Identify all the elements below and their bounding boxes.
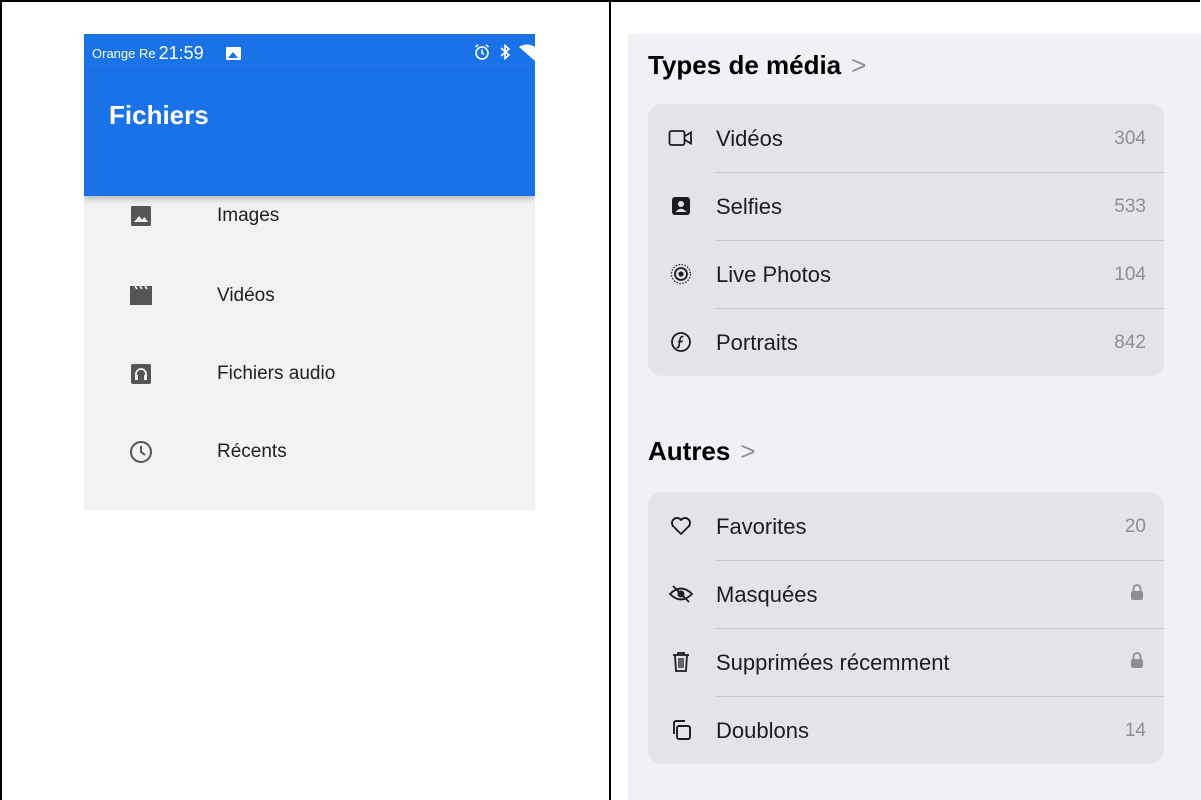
media-row-videos[interactable]: Vidéos 304 (648, 104, 1164, 172)
category-label: Fichiers audio (217, 363, 336, 384)
others-card: Favorites 20 Masquées Supprimées récemme… (648, 492, 1164, 764)
status-carrier: Orange Re (92, 45, 156, 61)
row-label: Portraits (716, 330, 798, 355)
trash-icon (668, 650, 694, 674)
row-separator (716, 240, 1164, 241)
bluetooth-icon (500, 43, 511, 61)
chevron-right-icon: > (740, 436, 756, 466)
row-label: Selfies (716, 194, 783, 219)
row-separator (716, 628, 1164, 629)
row-separator (716, 308, 1164, 309)
duplicate-icon (668, 718, 694, 742)
row-count: 304 (1114, 128, 1146, 149)
app-title: Fichiers (109, 100, 209, 130)
video-clapper-icon (129, 284, 153, 308)
media-types-card: Vidéos 304 Selfies 533 Live Photos 104 P… (648, 104, 1164, 376)
live-photo-icon (668, 262, 694, 286)
category-audio[interactable]: Fichiers audio (84, 354, 535, 394)
row-separator (716, 696, 1164, 697)
others-row-favorites[interactable]: Favorites 20 (648, 492, 1164, 560)
ios-photos-panel: Types de média > Vidéos 304 Selfies 533 … (628, 34, 1201, 800)
row-count: 842 (1114, 332, 1146, 353)
android-files-panel: Orange Re 21:59 Fichiers Images Vidéos F… (84, 34, 535, 510)
section-title: Autres (648, 436, 731, 466)
row-label: Favorites (716, 514, 807, 539)
row-count: 14 (1124, 720, 1146, 741)
lock-icon (1130, 583, 1144, 606)
video-camera-icon (668, 126, 694, 150)
media-row-selfies[interactable]: Selfies 533 (648, 172, 1164, 240)
status-time: 21:59 (158, 42, 204, 63)
category-recents[interactable]: Récents (84, 432, 535, 472)
section-title: Types de média (648, 50, 842, 80)
media-row-live-photos[interactable]: Live Photos 104 (648, 240, 1164, 308)
category-label: Récents (217, 441, 287, 462)
others-row-recently-deleted[interactable]: Supprimées récemment (648, 628, 1164, 696)
row-separator (716, 560, 1164, 561)
others-header[interactable]: Autres > (648, 436, 756, 467)
lock-icon (1130, 651, 1144, 674)
row-count: 104 (1114, 264, 1146, 285)
eye-slash-icon (668, 582, 694, 606)
selfie-portrait-icon (668, 194, 694, 218)
row-count: 20 (1124, 516, 1146, 537)
headphones-icon (129, 362, 153, 386)
category-videos[interactable]: Vidéos (84, 276, 535, 316)
image-notification-icon (225, 46, 241, 60)
heart-icon (668, 514, 694, 538)
media-row-portraits[interactable]: Portraits 842 (648, 308, 1164, 376)
row-separator (716, 172, 1164, 173)
category-label: Vidéos (217, 285, 275, 306)
row-label: Supprimées récemment (716, 650, 950, 675)
category-images[interactable]: Images (84, 196, 535, 236)
media-types-header[interactable]: Types de média > (648, 50, 866, 81)
status-icons (473, 43, 535, 61)
app-bar: Fichiers (84, 72, 535, 196)
wifi-icon (519, 44, 535, 61)
chevron-right-icon: > (851, 50, 867, 80)
row-label: Doublons (716, 718, 809, 743)
others-row-duplicates[interactable]: Doublons 14 (648, 696, 1164, 764)
row-label: Live Photos (716, 262, 831, 287)
panel-divider (609, 0, 611, 800)
category-label: Images (217, 205, 280, 226)
others-row-hidden[interactable]: Masquées (648, 560, 1164, 628)
row-count: 533 (1114, 196, 1146, 217)
status-bar: Orange Re 21:59 (84, 34, 535, 72)
alarm-icon (474, 44, 490, 60)
image-icon (129, 204, 153, 228)
clock-icon (129, 440, 153, 464)
row-label: Masquées (716, 582, 818, 607)
row-label: Vidéos (716, 126, 783, 151)
portrait-aperture-icon (668, 330, 694, 354)
